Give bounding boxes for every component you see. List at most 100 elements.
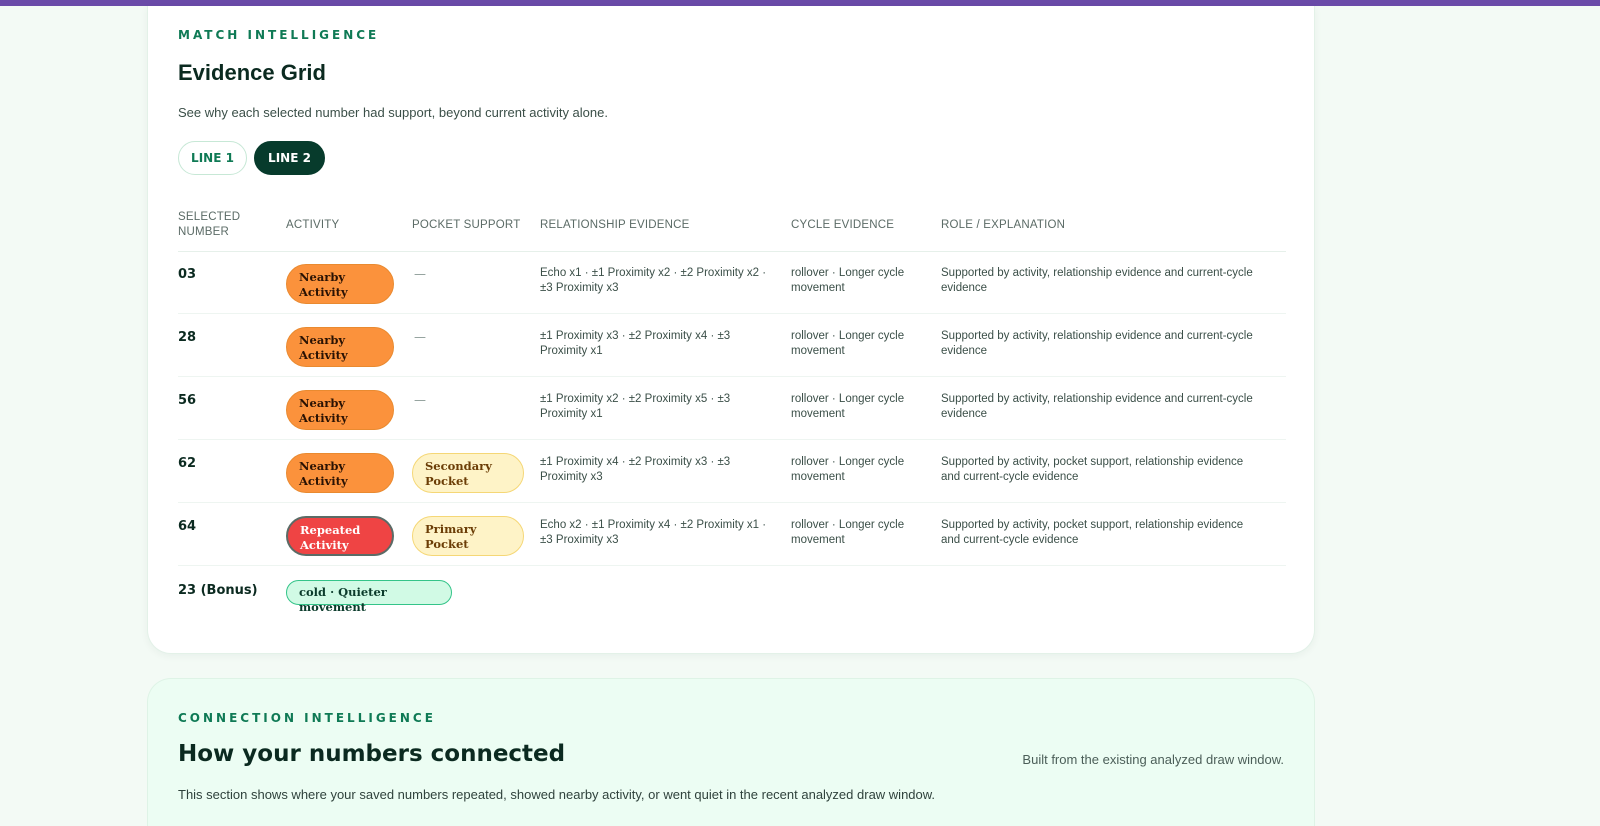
tab-line-1[interactable]: LINE 1 [178, 141, 247, 175]
cell-line: rollover · Longer cycle [791, 393, 905, 405]
relationship-evidence: ±1 Proximity x4 · ±2 Proximity x3 · ±3 P… [540, 455, 730, 485]
cell-line: ±3 Proximity x3 [540, 282, 619, 294]
badge-line: Secondary [425, 459, 492, 473]
column-header-line: SELECTED [178, 211, 241, 223]
cell-line: rollover · Longer cycle [791, 330, 905, 342]
badge-line: Activity [299, 348, 348, 362]
cell-line: ±1 Proximity x3 · ±2 Proximity x4 · ±3 [540, 330, 731, 342]
cell-line: Proximity x1 [540, 345, 603, 357]
cell-line: Supported by activity, relationship evid… [941, 267, 1253, 279]
cell-line: Echo x1 · ±1 Proximity x2 · ±2 Proximity… [540, 267, 767, 279]
badge-line: Nearby [299, 270, 346, 284]
row-divider [178, 376, 1286, 377]
activity-badge-repeated: Repeated Activity [286, 516, 394, 556]
cell-line: ±1 Proximity x4 · ±2 Proximity x3 · ±3 [540, 456, 731, 468]
section-title: How your numbers connected [178, 741, 566, 767]
badge-line: Activity [299, 285, 348, 299]
badge-line: Activity [300, 538, 349, 552]
relationship-evidence: ±1 Proximity x3 · ±2 Proximity x4 · ±3 P… [540, 329, 730, 359]
activity-badge-nearby: Nearby Activity [286, 390, 394, 430]
relationship-evidence: Echo x1 · ±1 Proximity x2 · ±2 Proximity… [540, 266, 766, 296]
badge-line: Activity [299, 474, 348, 488]
column-header-role-explanation: ROLE / EXPLANATION [941, 219, 1066, 231]
activity-badge-nearby: Nearby Activity [286, 453, 394, 493]
cell-line: rollover · Longer cycle [791, 267, 905, 279]
cycle-evidence: rollover · Longer cycle movement [791, 518, 904, 548]
section-subtitle: This section shows where your saved numb… [178, 787, 936, 802]
activity-badge-nearby: Nearby Activity [286, 327, 394, 367]
cycle-evidence: rollover · Longer cycle movement [791, 455, 904, 485]
section-subtitle: See why each selected number had support… [178, 105, 608, 120]
badge-line: Repeated [300, 523, 361, 537]
cell-line: Proximity x1 [540, 408, 603, 420]
badge-line: Nearby [299, 396, 346, 410]
cell-line: ±3 Proximity x3 [540, 534, 619, 546]
activity-badge-nearby: Nearby Activity [286, 264, 394, 304]
selected-number: 56 [178, 393, 197, 408]
cell-line: movement [791, 408, 845, 420]
section-title: Evidence Grid [178, 60, 326, 85]
role-explanation: Supported by activity, relationship evid… [941, 266, 1253, 296]
cycle-evidence: rollover · Longer cycle movement [791, 329, 904, 359]
role-explanation: Supported by activity, pocket support, r… [941, 455, 1243, 485]
bonus-cold-badge: cold · Quieter movement [286, 580, 452, 614]
badge-line: Pocket [425, 474, 469, 488]
column-header-pocket-support: POCKET SUPPORT [412, 219, 521, 231]
cell-line: Echo x2 · ±1 Proximity x4 · ±2 Proximity… [540, 519, 767, 531]
connection-intelligence-card: CONNECTION INTELLIGENCE How your numbers… [147, 678, 1315, 826]
column-header-line: NUMBER [178, 226, 230, 238]
cell-line: ±1 Proximity x2 · ±2 Proximity x5 · ±3 [540, 393, 731, 405]
selected-number: 64 [178, 519, 197, 534]
cell-line: movement [791, 471, 845, 483]
cell-line: Supported by activity, relationship evid… [941, 330, 1253, 342]
evidence-grid-card: MATCH INTELLIGENCE Evidence Grid See why… [147, 6, 1315, 654]
cell-line: rollover · Longer cycle [791, 456, 905, 468]
role-explanation: Supported by activity, relationship evid… [941, 392, 1253, 422]
cell-line: Proximity x3 [540, 471, 603, 483]
cell-line: Supported by activity, relationship evid… [941, 393, 1253, 405]
no-pocket-dash: — [414, 393, 426, 407]
row-divider [178, 313, 1286, 314]
cell-line: evidence [941, 408, 988, 420]
column-header-relationship-evidence: RELATIONSHIP EVIDENCE [540, 219, 690, 231]
badge-line: Nearby [299, 333, 346, 347]
column-header-cycle-evidence: CYCLE EVIDENCE [791, 219, 895, 231]
relationship-evidence: ±1 Proximity x2 · ±2 Proximity x5 · ±3 P… [540, 392, 730, 422]
selected-number: 62 [178, 456, 197, 471]
role-explanation: Supported by activity, pocket support, r… [941, 518, 1243, 548]
row-divider [178, 565, 1286, 566]
column-header-selected-number: SELECTED NUMBER [178, 210, 240, 240]
no-pocket-dash: — [414, 267, 426, 281]
row-divider [178, 439, 1286, 440]
badge-line: Nearby [299, 459, 346, 473]
cycle-evidence: rollover · Longer cycle movement [791, 392, 904, 422]
pocket-badge-secondary: Secondary Pocket [412, 453, 524, 493]
tab-line-2[interactable]: LINE 2 [254, 141, 325, 175]
badge-line: Activity [299, 411, 348, 425]
cell-line: movement [791, 282, 845, 294]
section-side-note: Built from the existing analyzed draw wi… [1022, 752, 1284, 767]
badge-line: Pocket [425, 537, 469, 551]
bonus-number: 23 (Bonus) [178, 583, 258, 598]
cell-line: rollover · Longer cycle [791, 519, 905, 531]
cycle-evidence: rollover · Longer cycle movement [791, 266, 904, 296]
selected-number: 03 [178, 267, 197, 282]
column-header-activity: ACTIVITY [286, 219, 340, 231]
no-pocket-dash: — [414, 330, 426, 344]
section-eyebrow: MATCH INTELLIGENCE [178, 28, 380, 42]
cell-line: movement [791, 345, 845, 357]
cell-line: evidence [941, 282, 988, 294]
cell-line: and current-cycle evidence [941, 471, 1079, 483]
cell-line: movement [791, 534, 845, 546]
row-divider [178, 502, 1286, 503]
role-explanation: Supported by activity, relationship evid… [941, 329, 1253, 359]
pocket-badge-primary: Primary Pocket [412, 516, 524, 556]
header-divider [178, 251, 1286, 252]
cell-line: Supported by activity, pocket support, r… [941, 519, 1244, 531]
selected-number: 28 [178, 330, 197, 345]
section-eyebrow: CONNECTION INTELLIGENCE [178, 711, 436, 725]
cell-line: Supported by activity, pocket support, r… [941, 456, 1244, 468]
cell-line: and current-cycle evidence [941, 534, 1079, 546]
badge-line: Primary [425, 522, 477, 536]
cell-line: evidence [941, 345, 988, 357]
